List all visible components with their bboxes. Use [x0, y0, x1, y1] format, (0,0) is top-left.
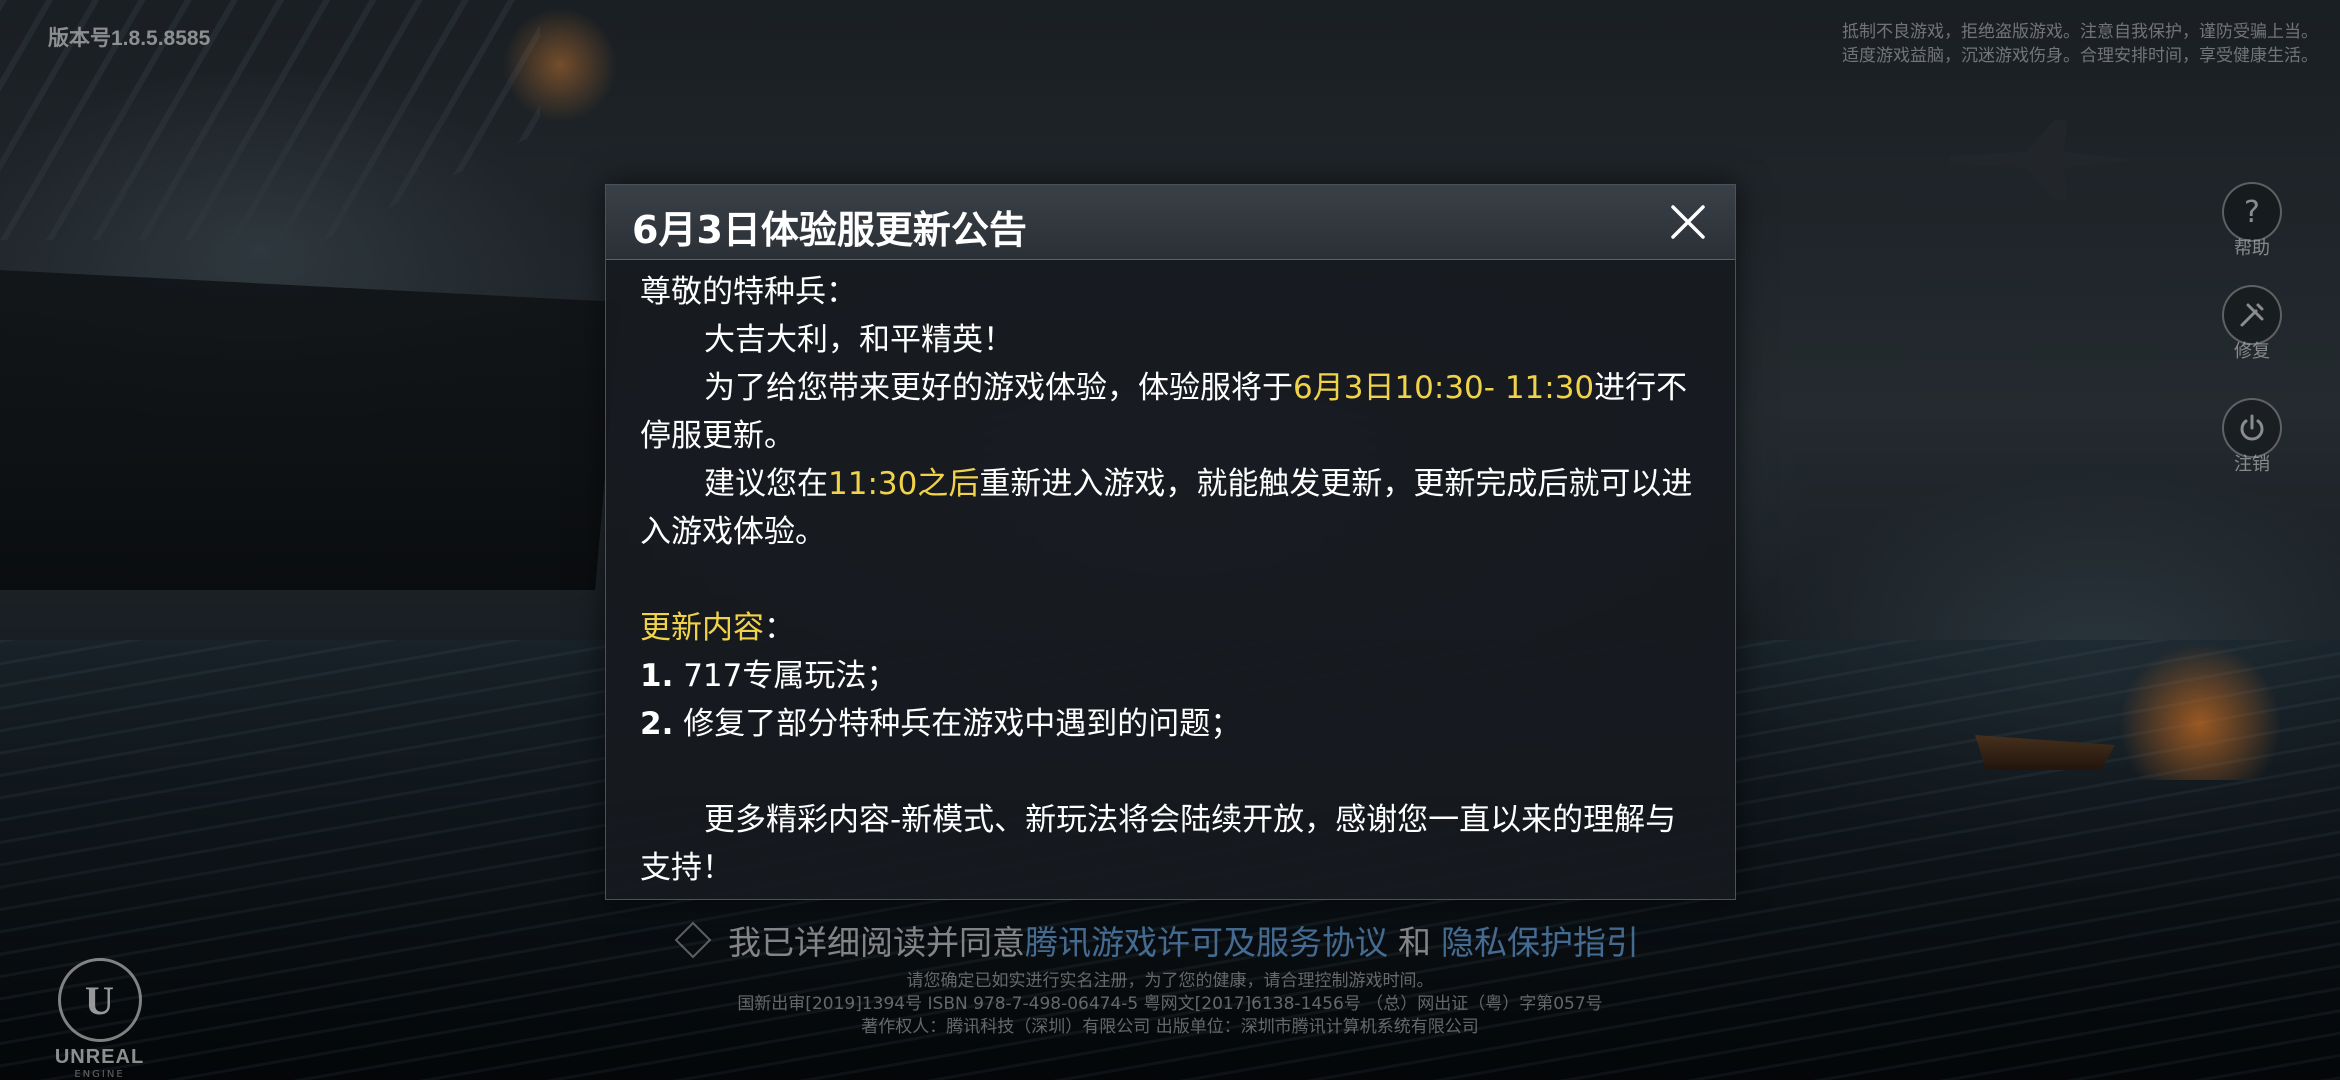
- dialog-body: 尊敬的特种兵： 大吉大利，和平精英！ 为了给您带来更好的游戏体验，体验服将于6月…: [606, 260, 1735, 892]
- suggest-time-highlight: 11:30之后: [828, 466, 980, 502]
- item-text: 修复了部分特种兵在游戏中遇到的问题；: [673, 706, 1242, 742]
- paragraph-suggestion: 建议您在11:30之后重新进入游戏，就能触发更新，更新完成后就可以进入游戏体验。: [640, 460, 1705, 556]
- announcement-dialog: 6月3日体验服更新公告 尊敬的特种兵： 大吉大利，和平精英！ 为了给您带来更好的…: [605, 184, 1736, 900]
- item-text: 717专属玩法；: [673, 658, 898, 694]
- close-button[interactable]: [1663, 197, 1713, 247]
- paragraph-update-time: 为了给您带来更好的游戏体验，体验服将于6月3日10:30- 11:30进行不停服…: [640, 364, 1705, 460]
- greeting: 尊敬的特种兵：: [640, 274, 857, 310]
- item-number: 1.: [640, 658, 674, 694]
- paragraph-text: 建议您在: [704, 466, 828, 502]
- close-icon: [1671, 205, 1705, 239]
- login-screen: 版本号1.8.5.8585 抵制不良游戏，拒绝盗版游戏。注意自我保护，谨防受骗上…: [0, 0, 2340, 1080]
- dialog-title: 6月3日体验服更新公告: [632, 208, 1027, 252]
- dialog-header: 6月3日体验服更新公告: [606, 185, 1735, 260]
- update-item: 1. 717专属玩法；: [640, 652, 1705, 700]
- closing-paragraph: 更多精彩内容-新模式、新玩法将会陆续开放，感谢您一直以来的理解与支持！: [640, 802, 1677, 886]
- item-number: 2.: [640, 706, 674, 742]
- update-heading-text: 更新内容: [640, 610, 764, 646]
- paragraph-text: 为了给您带来更好的游戏体验，体验服将于: [704, 370, 1293, 406]
- update-item: 2. 修复了部分特种兵在游戏中遇到的问题；: [640, 700, 1705, 748]
- update-content-heading: 更新内容：: [640, 604, 1705, 652]
- update-time-highlight: 6月3日10:30- 11:30: [1293, 370, 1595, 406]
- update-heading-colon: ：: [764, 610, 795, 646]
- salute: 大吉大利，和平精英！: [704, 322, 1014, 358]
